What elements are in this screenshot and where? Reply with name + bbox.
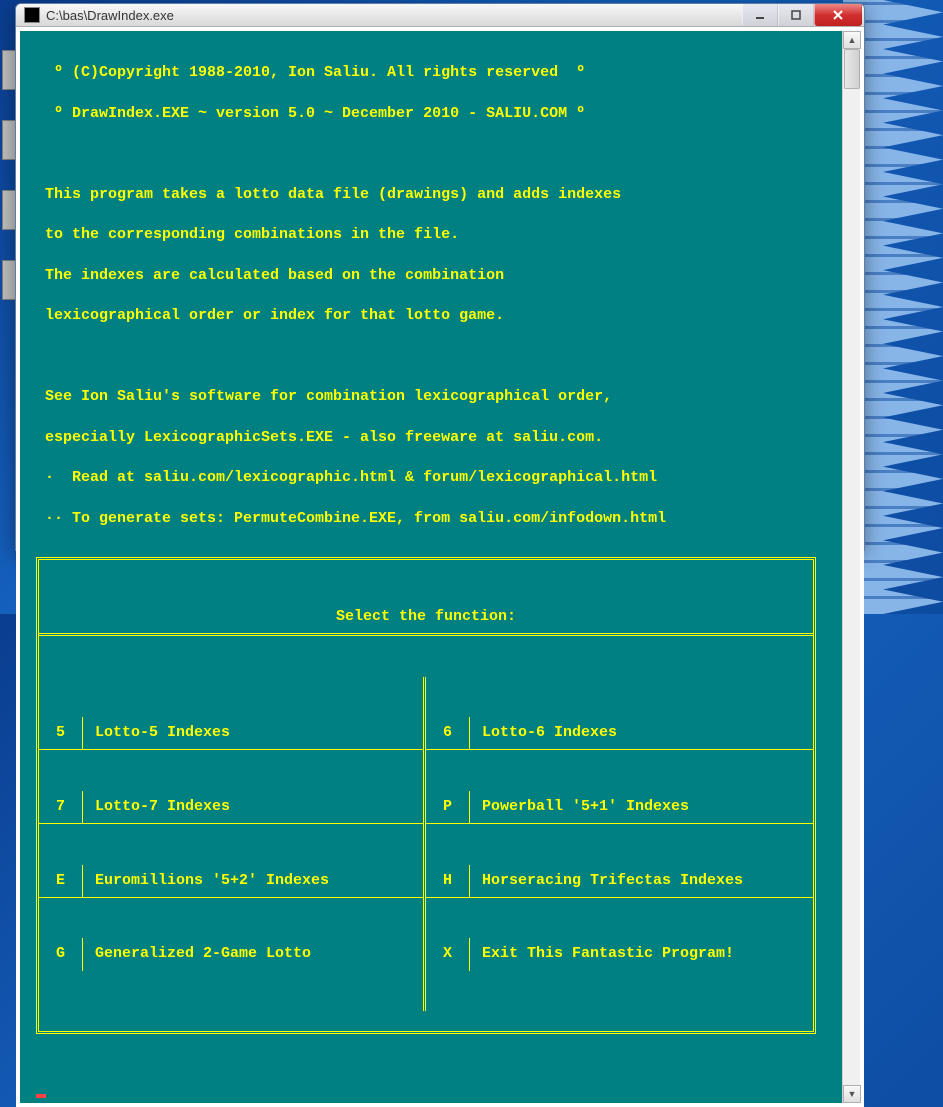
menu-item-powerball[interactable]: PPowerball '5+1' Indexes — [426, 791, 813, 824]
menu-key: X — [426, 938, 470, 970]
scroll-up-button[interactable]: ▲ — [843, 31, 861, 49]
menu-key: 6 — [426, 717, 470, 749]
menu-key: P — [426, 791, 470, 823]
menu-grid: 5Lotto-5 Indexes 7Lotto-7 Indexes EEurom… — [39, 677, 813, 1012]
menu-item-generalized[interactable]: GGeneralized 2-Game Lotto — [39, 938, 423, 970]
scroll-thumb[interactable] — [844, 49, 860, 89]
minimize-button[interactable] — [742, 4, 778, 26]
window-title: C:\bas\DrawIndex.exe — [46, 8, 742, 23]
console-output[interactable]: º (C)Copyright 1988-2010, Ion Saliu. All… — [20, 31, 842, 1103]
menu-label: Lotto-7 Indexes — [83, 791, 230, 823]
vertical-scrollbar[interactable]: ▲ ▼ — [842, 31, 860, 1103]
menu-label: Powerball '5+1' Indexes — [470, 791, 689, 823]
menu-item-lotto6[interactable]: 6Lotto-6 Indexes — [426, 717, 813, 750]
version-line: º DrawIndex.EXE ~ version 5.0 ~ December… — [36, 104, 834, 124]
maximize-icon — [791, 10, 801, 20]
menu-column-right: 6Lotto-6 Indexes PPowerball '5+1' Indexe… — [426, 677, 813, 1012]
close-icon — [832, 9, 844, 21]
menu-item-euromillions[interactable]: EEuromillions '5+2' Indexes — [39, 865, 423, 898]
blank-line — [36, 347, 834, 367]
desc-line-4: lexicographical order or index for that … — [36, 306, 834, 326]
desc-line-3: The indexes are calculated based on the … — [36, 266, 834, 286]
menu-label: Horseracing Trifectas Indexes — [470, 865, 743, 897]
menu-title: Select the function: — [39, 601, 813, 636]
menu-key: H — [426, 865, 470, 897]
menu-box: Select the function: 5Lotto-5 Indexes 7L… — [36, 557, 816, 1034]
desc-line-1: This program takes a lotto data file (dr… — [36, 185, 834, 205]
titlebar[interactable]: C:\bas\DrawIndex.exe — [16, 4, 864, 27]
menu-item-lotto5[interactable]: 5Lotto-5 Indexes — [39, 717, 423, 750]
app-window: C:\bas\DrawIndex.exe º (C)Copyright 1988… — [15, 3, 865, 551]
menu-key: E — [39, 865, 83, 897]
menu-key: G — [39, 938, 83, 970]
console-area: º (C)Copyright 1988-2010, Ion Saliu. All… — [16, 27, 864, 1107]
window-controls — [742, 4, 862, 26]
minimize-icon — [755, 10, 765, 20]
desc-line-2: to the corresponding combinations in the… — [36, 225, 834, 245]
menu-key: 5 — [39, 717, 83, 749]
close-button[interactable] — [814, 4, 862, 26]
scroll-down-button[interactable]: ▼ — [843, 1085, 861, 1103]
copyright-line: º (C)Copyright 1988-2010, Ion Saliu. All… — [36, 63, 834, 83]
desc-line-6: See Ion Saliu's software for combination… — [36, 387, 834, 407]
blank-line — [36, 144, 834, 164]
menu-label: Lotto-5 Indexes — [83, 717, 230, 749]
menu-label: Lotto-6 Indexes — [470, 717, 617, 749]
desc-line-7: especially LexicographicSets.EXE - also … — [36, 428, 834, 448]
menu-item-lotto7[interactable]: 7Lotto-7 Indexes — [39, 791, 423, 824]
menu-label: Euromillions '5+2' Indexes — [83, 865, 329, 897]
menu-label: Exit This Fantastic Program! — [470, 938, 734, 970]
desc-line-9: ·· To generate sets: PermuteCombine.EXE,… — [36, 509, 834, 529]
app-icon — [24, 7, 40, 23]
menu-item-exit[interactable]: XExit This Fantastic Program! — [426, 938, 813, 970]
menu-column-left: 5Lotto-5 Indexes 7Lotto-7 Indexes EEurom… — [39, 677, 426, 1012]
maximize-button[interactable] — [778, 4, 814, 26]
menu-label: Generalized 2-Game Lotto — [83, 938, 311, 970]
desc-line-8: · Read at saliu.com/lexicographic.html &… — [36, 468, 834, 488]
menu-key: 7 — [39, 791, 83, 823]
menu-item-horseracing[interactable]: HHorseracing Trifectas Indexes — [426, 865, 813, 898]
text-cursor — [36, 1094, 46, 1098]
